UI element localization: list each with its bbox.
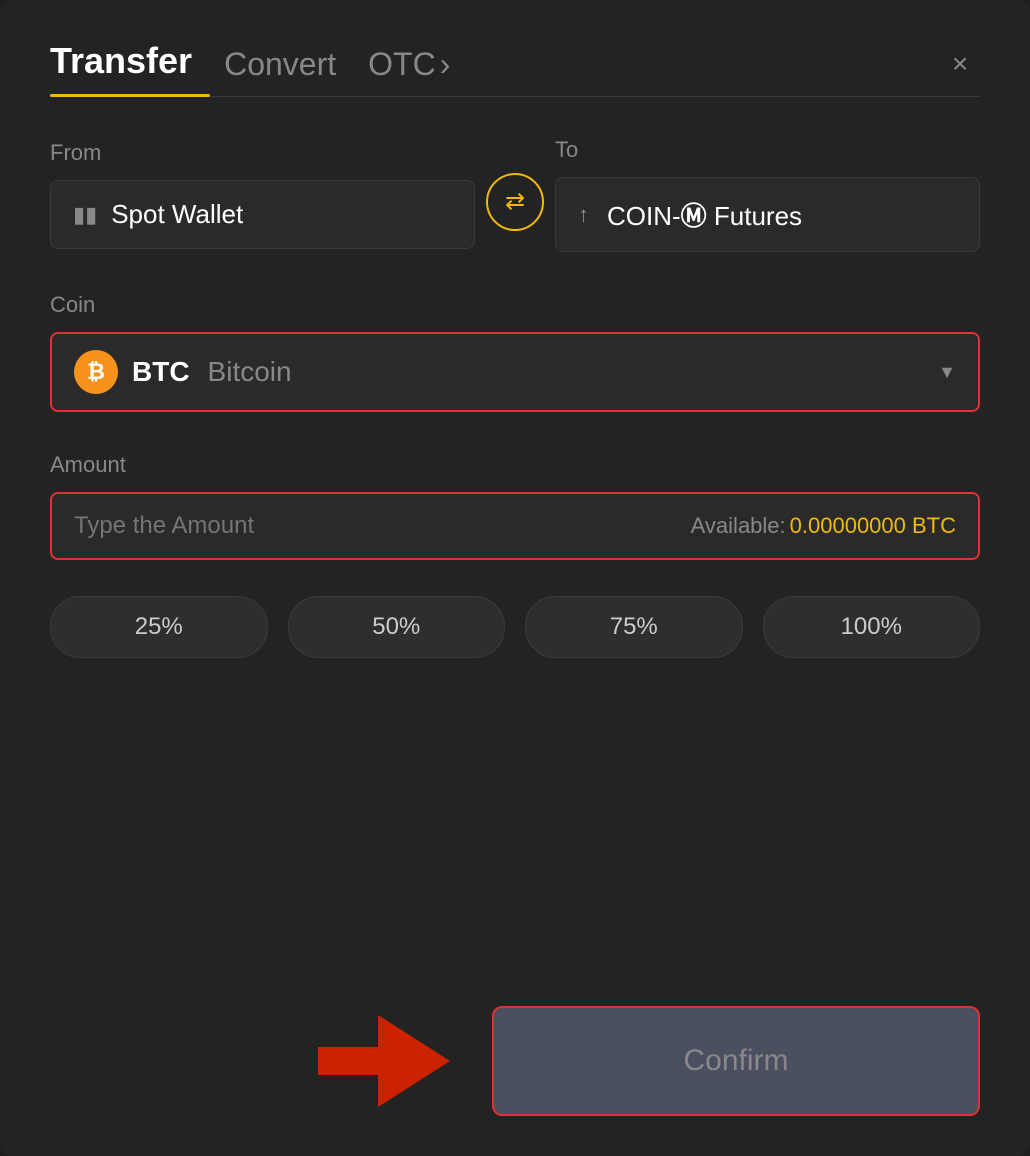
- tab-divider: [50, 96, 980, 97]
- available-label: Available:: [691, 513, 786, 539]
- coin-full-name: Bitcoin: [208, 356, 292, 388]
- transfer-modal: Transfer Convert OTC › × From ▮▮ Spot Wa…: [0, 0, 1030, 1156]
- swap-button[interactable]: ⇄: [486, 173, 544, 231]
- percent-100-button[interactable]: 100%: [763, 596, 981, 658]
- from-label: From: [50, 140, 475, 166]
- coin-label: Coin: [50, 292, 980, 318]
- amount-section: Amount Available: 0.00000000 BTC: [50, 452, 980, 560]
- close-button[interactable]: ×: [940, 44, 980, 84]
- to-wallet-selector[interactable]: ↑ COIN-Ⓜ Futures: [555, 177, 980, 252]
- arrow-tail: [318, 1047, 378, 1075]
- swap-button-wrapper: ⇄: [475, 173, 555, 231]
- tab-otc[interactable]: OTC ›: [368, 46, 450, 83]
- percent-50-button[interactable]: 50%: [288, 596, 506, 658]
- arrow-indicator: [318, 1015, 450, 1107]
- from-wallet-selector[interactable]: ▮▮ Spot Wallet: [50, 180, 475, 249]
- coin-selector[interactable]: ₿ BTC Bitcoin ▼: [50, 332, 980, 412]
- modal-header: Transfer Convert OTC › ×: [50, 40, 980, 88]
- from-to-row: From ▮▮ Spot Wallet ⇄ To ↑ COIN-Ⓜ Future…: [50, 137, 980, 252]
- percent-buttons-row: 25% 50% 75% 100%: [50, 596, 980, 658]
- swap-icon: ⇄: [505, 187, 525, 216]
- available-value: 0.00000000 BTC: [790, 513, 956, 539]
- tab-convert[interactable]: Convert: [224, 46, 336, 83]
- coin-symbol: BTC: [132, 356, 190, 388]
- confirm-section: Confirm: [50, 1006, 980, 1116]
- amount-input-container: Available: 0.00000000 BTC: [50, 492, 980, 560]
- wallet-icon: ▮▮: [73, 202, 97, 228]
- from-column: From ▮▮ Spot Wallet: [50, 140, 475, 249]
- percent-75-button[interactable]: 75%: [525, 596, 743, 658]
- to-column: To ↑ COIN-Ⓜ Futures: [555, 137, 980, 252]
- amount-input[interactable]: [74, 512, 691, 540]
- to-label: To: [555, 137, 980, 163]
- from-wallet-name: Spot Wallet: [111, 199, 243, 230]
- coin-section: Coin ₿ BTC Bitcoin ▼: [50, 292, 980, 412]
- dropdown-arrow-icon: ▼: [938, 362, 956, 383]
- amount-label: Amount: [50, 452, 980, 478]
- arrow-head: [378, 1015, 450, 1107]
- percent-25-button[interactable]: 25%: [50, 596, 268, 658]
- tab-transfer[interactable]: Transfer: [50, 40, 192, 88]
- btc-icon: ₿: [74, 350, 118, 394]
- futures-icon: ↑: [578, 202, 589, 228]
- to-wallet-name: COIN-Ⓜ Futures: [607, 196, 802, 233]
- tab-group: Transfer Convert OTC ›: [50, 40, 940, 88]
- confirm-button[interactable]: Confirm: [492, 1006, 980, 1116]
- from-to-section: From ▮▮ Spot Wallet ⇄ To ↑ COIN-Ⓜ Future…: [50, 137, 980, 252]
